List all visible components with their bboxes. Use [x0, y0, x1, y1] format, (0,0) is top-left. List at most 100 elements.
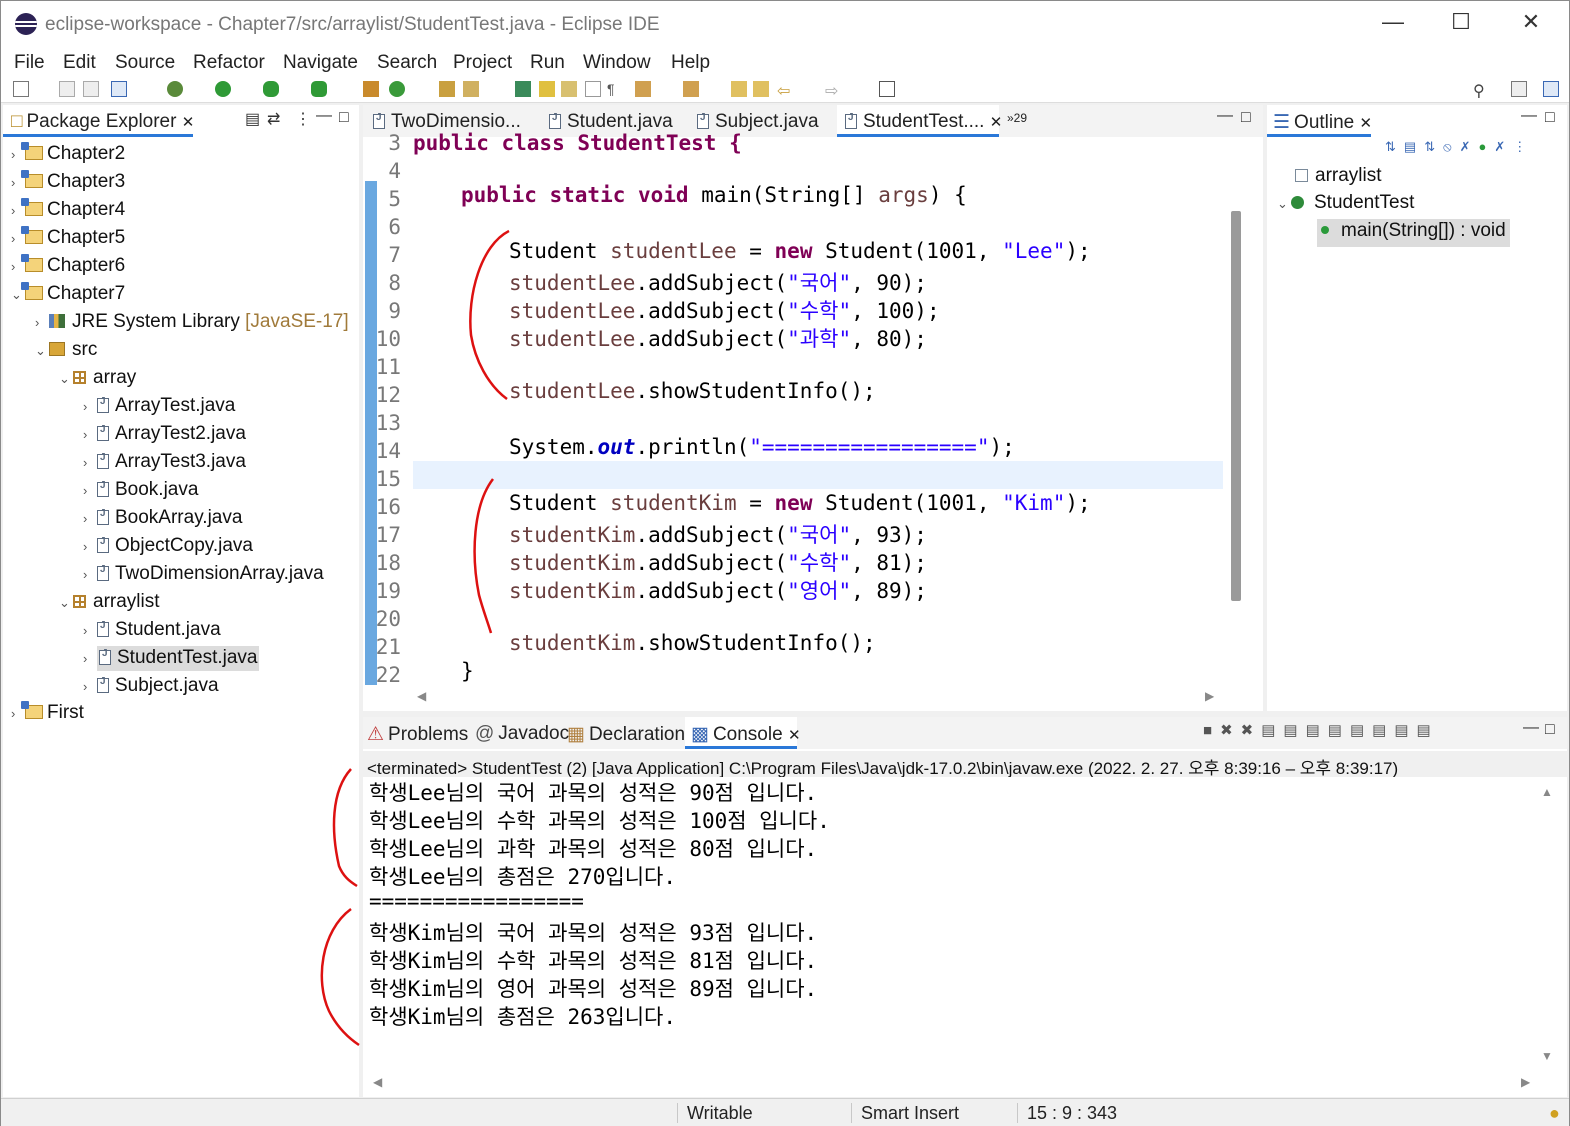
menu-window[interactable]: Window — [583, 52, 651, 74]
mark-occurrences-icon[interactable] — [539, 81, 555, 97]
show-on-error-icon[interactable]: ▤ — [1350, 722, 1372, 739]
tree-item-bookarray[interactable]: › BookArray.java — [83, 507, 242, 535]
chevron-right-icon[interactable]: › — [83, 511, 97, 526]
tab-javadoc[interactable]: @ Javadoc — [475, 717, 569, 749]
show-whitespace-icon[interactable] — [585, 81, 601, 97]
minimize-view-icon[interactable]: — — [316, 107, 332, 125]
search-tools-icon[interactable] — [463, 81, 479, 97]
chevron-down-icon[interactable]: ⌄ — [35, 343, 49, 359]
outline-item-class[interactable]: ⌄ StudentTest — [1277, 192, 1414, 220]
open-type-icon[interactable] — [439, 81, 455, 97]
next-edit-icon[interactable] — [635, 81, 651, 97]
search-icon[interactable]: ⚲ — [1473, 81, 1489, 100]
java-perspective-icon[interactable] — [1543, 81, 1559, 97]
hide-static-icon[interactable]: ⇅ — [1424, 139, 1443, 154]
debug-icon[interactable] — [167, 81, 183, 97]
save-all-icon[interactable] — [83, 81, 99, 97]
back-icon[interactable]: ⇦ — [777, 81, 793, 100]
tree-item-arraytest3[interactable]: › ArrayTest3.java — [83, 451, 246, 479]
chevron-down-icon[interactable]: ⌄ — [1277, 196, 1291, 212]
scroll-up-icon[interactable]: ▲ — [1541, 785, 1553, 799]
tab-outline[interactable]: ☰ Outline ✕ — [1267, 105, 1373, 137]
chevron-down-icon[interactable]: ⌄ — [59, 595, 73, 611]
lightbulb-icon[interactable]: ● — [1549, 1103, 1560, 1124]
sort-icon[interactable]: ⇅ — [1385, 139, 1404, 154]
tree-item-jre-library[interactable]: › JRE System Library [JavaSE-17] — [35, 311, 349, 339]
menu-source[interactable]: Source — [115, 52, 175, 74]
minimize-button[interactable]: — — [1373, 9, 1413, 39]
minimize-view-icon[interactable]: — — [1523, 719, 1539, 737]
close-button[interactable]: ✕ — [1511, 9, 1551, 39]
display-console-icon[interactable]: ▤ — [1394, 722, 1416, 739]
new-icon[interactable] — [13, 81, 29, 97]
public-filter-icon[interactable]: ● — [1479, 139, 1495, 154]
word-wrap-icon[interactable]: ▤ — [1306, 722, 1328, 739]
chevron-right-icon[interactable]: › — [83, 455, 97, 470]
chevron-right-icon[interactable]: › — [83, 651, 97, 666]
terminal-icon[interactable] — [111, 81, 127, 97]
tree-item-first[interactable]: › First — [11, 701, 84, 730]
remove-all-icon[interactable]: ✖ — [1241, 722, 1262, 739]
chevron-right-icon[interactable]: › — [83, 679, 97, 694]
minimize-view-icon[interactable]: — — [1521, 107, 1537, 125]
chevron-right-icon[interactable]: › — [83, 483, 97, 498]
open-perspective-icon[interactable] — [1511, 81, 1527, 97]
tree-item-arraytest[interactable]: › ArrayTest.java — [83, 395, 235, 423]
menu-edit[interactable]: Edit — [63, 52, 96, 74]
new-java-project-icon[interactable] — [363, 81, 379, 97]
menu-refactor[interactable]: Refactor — [193, 52, 265, 74]
view-menu-icon[interactable]: ⋮ — [1513, 139, 1534, 154]
tree-item-array-package[interactable]: ⌄ array — [59, 367, 136, 395]
chevron-right-icon[interactable]: › — [83, 623, 97, 638]
run-icon[interactable] — [215, 81, 231, 97]
tab-package-explorer[interactable]: □ Package Explorer ✕ — [3, 105, 195, 137]
terminate-icon[interactable]: ■ — [1203, 722, 1220, 739]
pin-editor-icon[interactable] — [879, 81, 895, 97]
tree-item-src[interactable]: ⌄ src — [35, 339, 97, 367]
close-icon[interactable]: ✕ — [788, 727, 801, 744]
pilcrow-icon[interactable]: ¶ — [607, 81, 623, 97]
forward-edit-icon[interactable] — [753, 81, 769, 97]
tree-item-chapter6[interactable]: › Chapter6 — [11, 254, 125, 283]
tree-item-chapter7[interactable]: ⌄ Chapter7 — [11, 282, 125, 311]
chevron-right-icon[interactable]: › — [83, 567, 97, 582]
hide-nonpublic-icon[interactable]: ⦸ — [1443, 139, 1459, 154]
chevron-down-icon[interactable]: ⌄ — [59, 371, 73, 387]
hide-local-icon[interactable]: ✗ — [1460, 139, 1479, 154]
maximize-view-icon[interactable]: □ — [1545, 721, 1555, 739]
prev-edit-icon[interactable] — [683, 81, 699, 97]
tree-item-chapter5[interactable]: › Chapter5 — [11, 226, 125, 255]
tree-item-twodimensionarray[interactable]: › TwoDimensionArray.java — [83, 563, 324, 591]
menu-help[interactable]: Help — [671, 52, 710, 74]
tree-item-chapter2[interactable]: › Chapter2 — [11, 142, 125, 171]
menu-project[interactable]: Project — [453, 52, 512, 74]
save-icon[interactable] — [59, 81, 75, 97]
show-on-output-icon[interactable]: ▤ — [1328, 722, 1350, 739]
tree-item-arraytest2[interactable]: › ArrayTest2.java — [83, 423, 246, 451]
maximize-view-icon[interactable]: □ — [339, 109, 349, 127]
hide-fields-icon[interactable]: ▤ — [1404, 139, 1424, 154]
menu-search[interactable]: Search — [377, 52, 437, 74]
clear-console-icon[interactable]: ▤ — [1261, 722, 1283, 739]
pin-console-icon[interactable]: ▤ — [1372, 722, 1394, 739]
menu-file[interactable]: File — [14, 52, 45, 74]
maximize-button[interactable]: ☐ — [1441, 9, 1481, 39]
scroll-down-icon[interactable]: ▼ — [1541, 1049, 1553, 1063]
coverage-icon[interactable] — [263, 81, 279, 97]
tab-problems[interactable]: ⚠ Problems — [367, 717, 469, 749]
close-icon[interactable]: ✕ — [1360, 115, 1373, 132]
close-icon[interactable]: ✕ — [182, 114, 195, 131]
tree-item-objectcopy[interactable]: › ObjectCopy.java — [83, 535, 253, 563]
link-editor-icon[interactable]: ⇄ — [267, 109, 280, 129]
scroll-left-icon[interactable]: ◀ — [373, 1075, 382, 1089]
scroll-lock-icon[interactable]: ▤ — [1283, 722, 1305, 739]
tree-item-studenttest[interactable]: › StudentTest.java — [83, 646, 260, 675]
tree-item-book[interactable]: › Book.java — [83, 479, 198, 507]
external-tools-icon[interactable] — [311, 81, 327, 97]
scroll-right-icon[interactable]: ▶ — [1521, 1075, 1530, 1089]
tree-item-chapter4[interactable]: › Chapter4 — [11, 198, 125, 227]
tab-console[interactable]: ▩ Console ✕ — [685, 717, 801, 749]
tab-declaration[interactable]: ▦ Declaration — [567, 717, 685, 749]
chevron-right-icon[interactable]: › — [83, 539, 97, 554]
outline-item-package[interactable]: arraylist — [1295, 165, 1382, 193]
